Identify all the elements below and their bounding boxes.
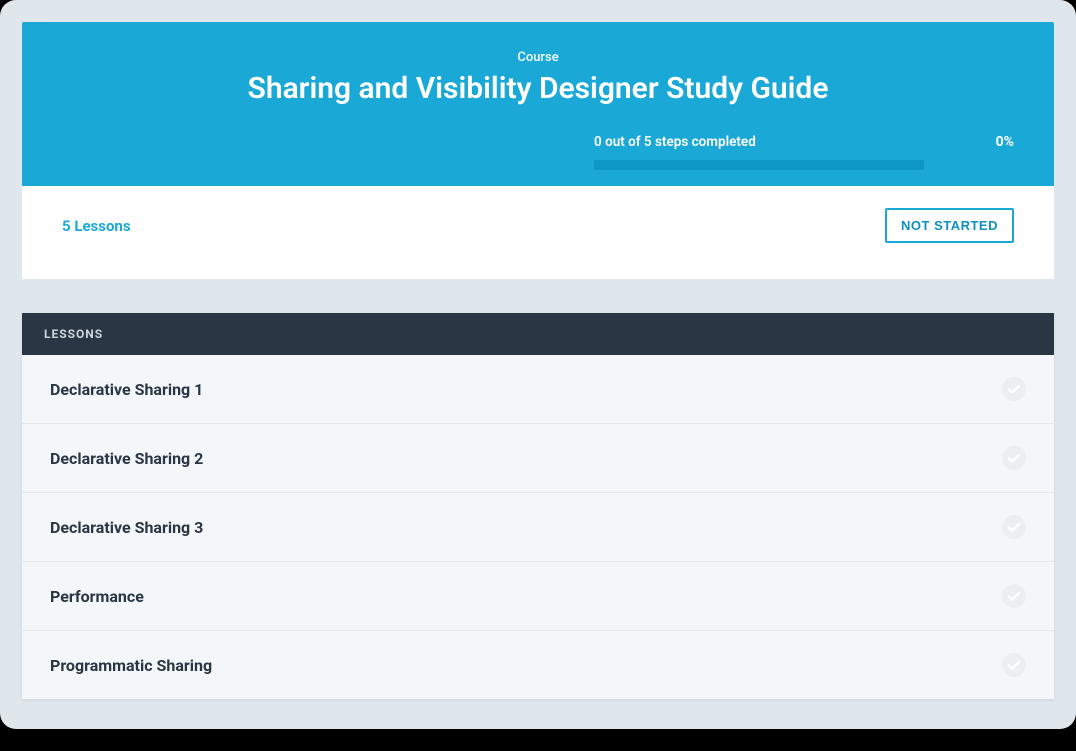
checkmark-icon — [1002, 515, 1026, 539]
lessons-list: Declarative Sharing 1 Declarative Sharing… — [22, 355, 1054, 699]
lessons-count: 5 Lessons — [62, 217, 131, 235]
start-course-button[interactable]: NOT STARTED — [885, 208, 1014, 243]
checkmark-icon — [1002, 446, 1026, 470]
progress-percent: 0% — [996, 134, 1014, 150]
lesson-row[interactable]: Performance — [22, 562, 1054, 631]
checkmark-icon — [1002, 584, 1026, 608]
course-title: Sharing and Visibility Designer Study Gu… — [62, 71, 1014, 106]
lesson-row[interactable]: Declarative Sharing 1 — [22, 355, 1054, 424]
lesson-row[interactable]: Declarative Sharing 2 — [22, 424, 1054, 493]
lessons-section: LESSONS Declarative Sharing 1Declarative… — [22, 313, 1054, 699]
checkmark-icon — [1002, 653, 1026, 677]
lesson-title: Declarative Sharing 1 — [50, 380, 203, 399]
progress-bar — [594, 160, 924, 170]
course-eyebrow: Course — [62, 50, 1014, 65]
checkmark-icon — [1002, 377, 1026, 401]
course-meta-bar: 5 Lessons NOT STARTED — [22, 186, 1054, 279]
progress-text: 0 out of 5 steps completed — [594, 134, 972, 150]
course-page: Course Sharing and Visibility Designer S… — [0, 0, 1076, 729]
lesson-title: Declarative Sharing 2 — [50, 449, 203, 468]
lesson-title: Declarative Sharing 3 — [50, 518, 203, 537]
lesson-title: Performance — [50, 587, 144, 606]
lesson-row[interactable]: Declarative Sharing 3 — [22, 493, 1054, 562]
lesson-title: Programmatic Sharing — [50, 656, 212, 675]
lesson-row[interactable]: Programmatic Sharing — [22, 631, 1054, 699]
lessons-header: LESSONS — [22, 313, 1054, 355]
course-header: Course Sharing and Visibility Designer S… — [22, 22, 1054, 186]
progress-row: 0 out of 5 steps completed 0% — [594, 134, 1014, 170]
